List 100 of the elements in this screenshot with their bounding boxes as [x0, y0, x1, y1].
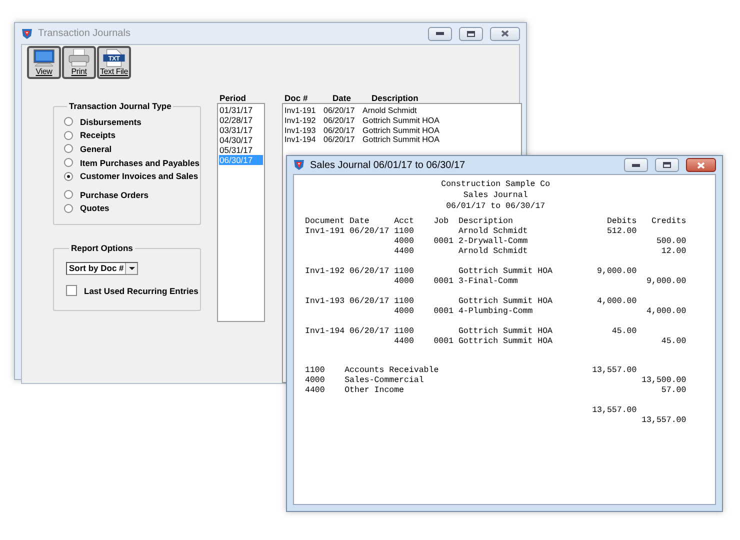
radio-option[interactable]: Customer Invoices and Sales — [64, 169, 200, 183]
list-cell-text: 06/20/17 — [324, 135, 356, 146]
maximize-icon — [663, 162, 671, 168]
radio-option[interactable]: Disbursements — [64, 115, 200, 129]
period-item[interactable]: 05/31/17 — [218, 145, 263, 155]
report-cell-text: 0001 — [434, 337, 454, 347]
checkbox[interactable] — [66, 285, 77, 296]
app-logo-icon — [293, 159, 305, 171]
radio-option[interactable]: Item Purchases and Payables — [64, 156, 200, 170]
report-cell-text: 4,000.00 — [646, 307, 686, 317]
period-item[interactable]: 04/30/17 — [218, 135, 263, 145]
list-cell-text: Gottrich Summit HOA — [362, 126, 440, 136]
list-cell-text: Gottrich Summit HOA — [362, 116, 440, 126]
report-cell-text: Arnold Schmidt — [458, 227, 529, 237]
report-cell-text: 512.00 — [606, 227, 637, 237]
radio-button[interactable] — [64, 204, 73, 213]
maximize-icon — [467, 30, 475, 36]
report-cell-text: 4400 — [305, 386, 326, 396]
toolbar-button[interactable]: View — [27, 46, 61, 79]
report-cell-text: 2-Drywall-Comm — [458, 237, 529, 247]
report-cell-text: Inv1-193 — [305, 297, 346, 307]
printer-icon — [66, 49, 92, 67]
close-icon — [697, 162, 705, 168]
report-cell-text: 9,000.00 — [646, 277, 686, 287]
radio-button[interactable] — [64, 190, 73, 200]
report-cell-text: Gottrich Summit HOA — [458, 297, 554, 307]
report-cell-text: Arnold Schmidt — [458, 247, 529, 257]
minimize-icon — [436, 32, 444, 35]
report-cell-text: Gottrich Summit HOA — [458, 267, 554, 277]
report-cell-text: 13,557.00 — [591, 366, 637, 376]
list-cell-text: 06/20/17 — [324, 126, 356, 136]
group-title: Report Options — [70, 243, 134, 253]
radio-option[interactable]: General — [64, 142, 200, 156]
window-title: Transaction Journals — [38, 28, 132, 39]
minimize-icon — [632, 164, 640, 166]
report-column-heading: Job — [434, 217, 450, 227]
list-cell-text: Inv1-193 — [284, 126, 317, 136]
report-cell-text: 1100 — [394, 297, 415, 307]
period-item[interactable]: 02/28/17 — [218, 115, 263, 125]
report-cell-text: 0001 — [434, 237, 454, 247]
minimize-button[interactable] — [624, 158, 648, 172]
report-cell-text: 45.00 — [660, 337, 686, 347]
report-cell-text: 4,000.00 — [596, 297, 637, 307]
list-cell-text: Arnold Schmidt — [362, 106, 418, 116]
radio-button[interactable] — [64, 158, 73, 168]
list-cell-text: 06/20/17 — [324, 116, 356, 126]
list-cell-text: Inv1-191 — [284, 106, 317, 116]
report-cell-text: 4400 — [394, 247, 415, 257]
report-cell-text: 1100 — [394, 267, 415, 277]
report-cell-text: 1100 — [394, 227, 415, 237]
radio-option[interactable]: Purchase Orders — [64, 188, 200, 202]
report-column-heading: Acct — [394, 217, 415, 227]
report-cell-text: Sales-Commercial — [344, 376, 425, 386]
checkbox-option[interactable]: Last Used Recurring Entries — [66, 285, 200, 296]
column-heading: Period — [218, 93, 247, 103]
monitor-icon — [31, 49, 57, 67]
period-item[interactable]: 03/31/17 — [218, 125, 263, 135]
radio-button[interactable] — [64, 130, 73, 140]
toolbar-button[interactable]: Print — [62, 46, 96, 79]
report-cell-text: Inv1-194 — [305, 327, 346, 337]
report-cell-text: 06/20/17 — [350, 327, 390, 337]
radio-button[interactable] — [64, 144, 73, 154]
report-cell-text: 0001 — [434, 307, 454, 317]
report-cell-text: Accounts Receivable — [344, 366, 440, 376]
minimize-button[interactable] — [428, 26, 452, 40]
report-cell-text: 12.00 — [660, 247, 686, 257]
report-column-heading: Debits — [606, 217, 637, 227]
report-cell-text: Inv1-191 — [305, 227, 346, 237]
report-cell-text: 4000 — [394, 277, 415, 287]
report-cell-text: 500.00 — [655, 237, 686, 247]
list-cell-text: Gottrich Summit HOA — [362, 135, 440, 146]
report-cell-text: 4000 — [394, 307, 415, 317]
close-button[interactable] — [490, 26, 520, 40]
report-heading: Construction Sample Co — [441, 179, 550, 190]
close-button[interactable] — [686, 158, 716, 172]
report-cell-text: 1100 — [305, 366, 326, 376]
report-cell-text: 4400 — [394, 337, 415, 347]
sort-dropdown[interactable]: Sort by Doc # — [66, 262, 138, 274]
radio-button[interactable] — [64, 117, 73, 126]
report-cell-text: 3-Final-Comm — [458, 277, 519, 287]
report-cell-text: 45.00 — [610, 327, 637, 337]
radio-option[interactable]: Quotes — [64, 202, 200, 216]
report-cell-text: 06/20/17 — [350, 227, 390, 237]
caret-icon — [128, 266, 134, 270]
report-cell-text: 0001 — [434, 277, 454, 287]
report-cell-text: Other Income — [344, 386, 406, 396]
column-heading: Date — [332, 93, 352, 103]
report-heading: Sales Journal — [463, 190, 528, 201]
radio-option[interactable]: Receipts — [64, 128, 200, 142]
maximize-button[interactable] — [459, 26, 483, 40]
maximize-button[interactable] — [655, 158, 679, 172]
report-cell-text: Gottrich Summit HOA — [458, 337, 554, 347]
list-cell-text: Inv1-194 — [284, 135, 317, 146]
report-cell-text: Inv1-192 — [305, 267, 346, 277]
app-logo-icon — [21, 28, 33, 40]
radio-button[interactable] — [64, 172, 73, 181]
report-cell-text: 13,500.00 — [640, 376, 686, 386]
report-column-heading: Description — [458, 217, 514, 227]
list-cell-text: Inv1-192 — [284, 116, 317, 126]
period-item[interactable]: 01/31/17 — [218, 105, 263, 115]
